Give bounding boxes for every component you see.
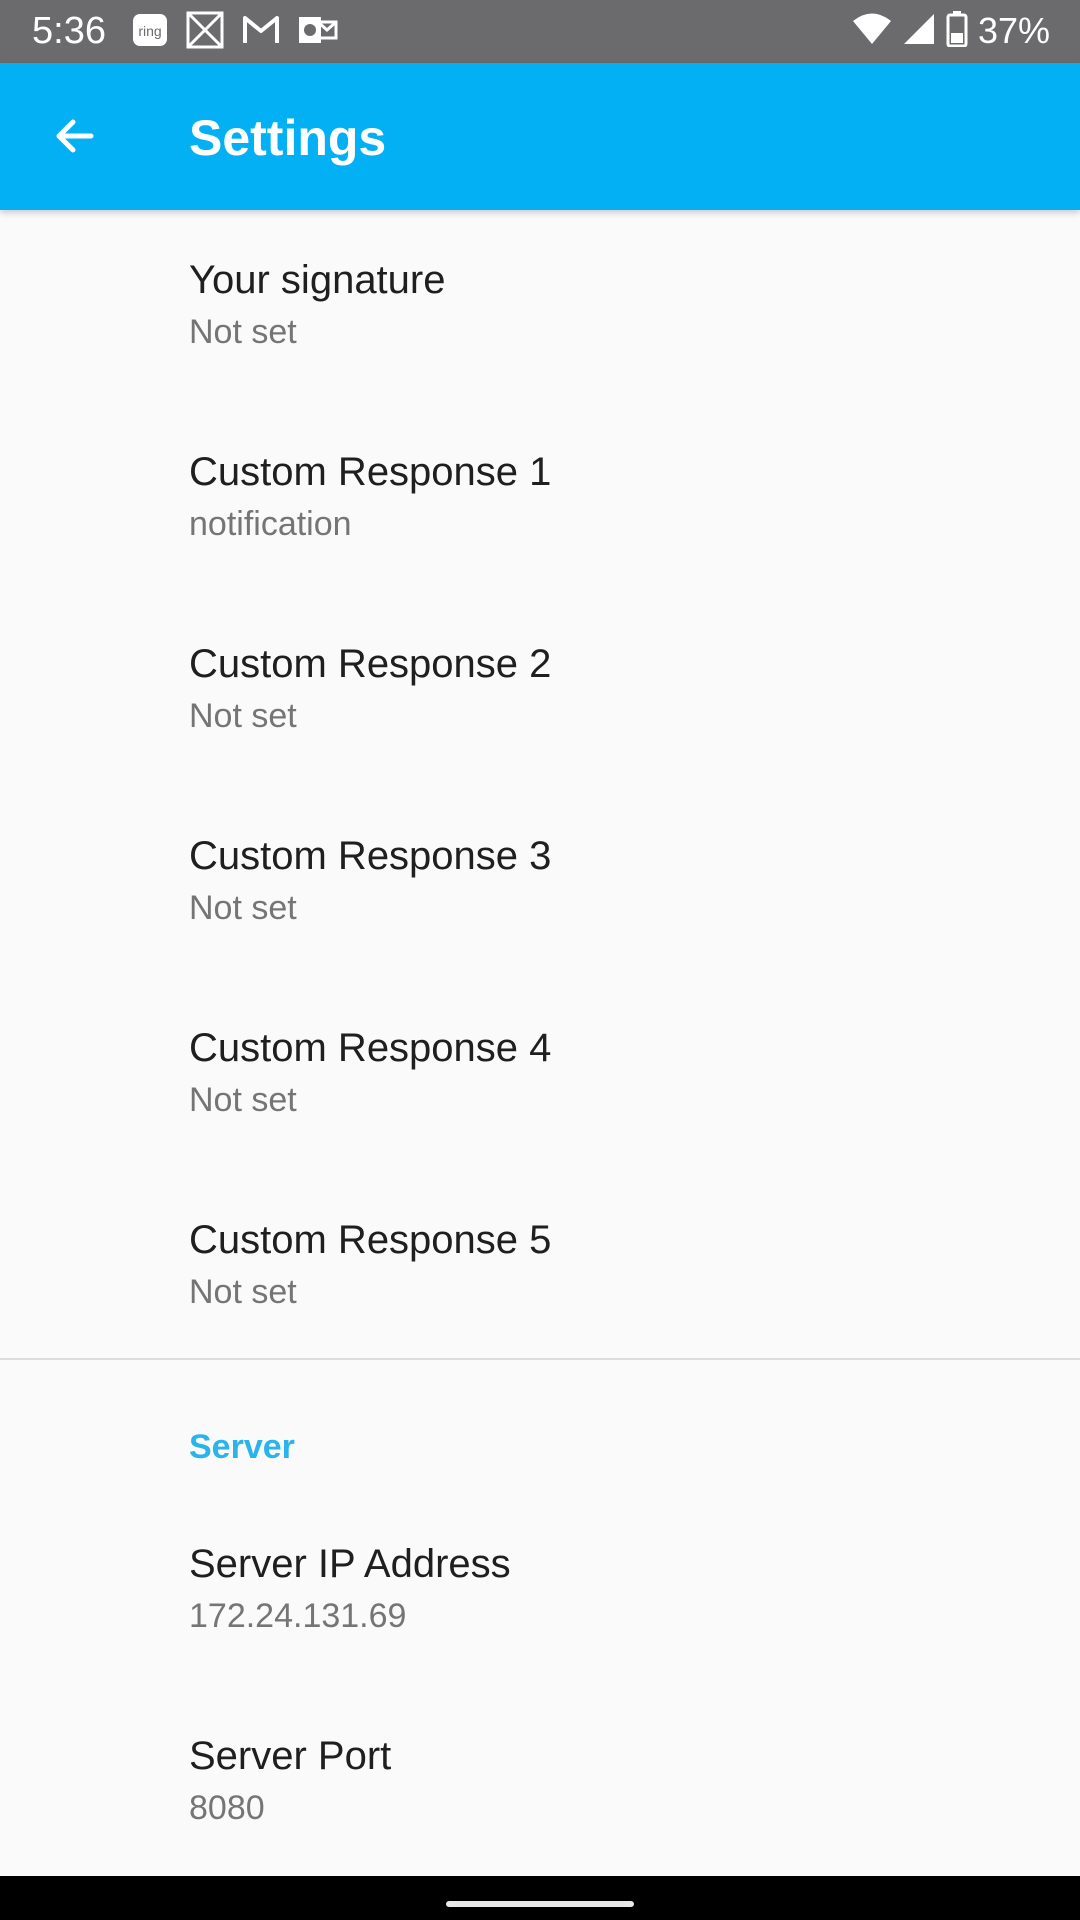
- arrow-back-icon: [56, 119, 94, 153]
- pref-summary: Not set: [189, 1273, 297, 1311]
- pref-title: Server Port: [189, 1734, 392, 1778]
- pref-custom-response-5[interactable]: Custom Response 5 Not set: [0, 1170, 1080, 1362]
- pref-summary: Not set: [189, 889, 297, 927]
- status-time: 5:36: [32, 10, 106, 52]
- image-icon: [186, 11, 224, 54]
- pref-server-ip-address[interactable]: Server IP Address 172.24.131.69: [0, 1500, 1080, 1692]
- battery-percent: 37%: [977, 10, 1050, 51]
- wifi-icon: [852, 12, 892, 51]
- pref-custom-response-4[interactable]: Custom Response 4 Not set: [0, 978, 1080, 1170]
- pref-title: Custom Response 3: [189, 834, 552, 878]
- server-preferences-list: Server IP Address 172.24.131.69 Server P…: [0, 1500, 1080, 1884]
- pref-custom-response-3[interactable]: Custom Response 3 Not set: [0, 786, 1080, 978]
- pref-title: Custom Response 2: [189, 642, 552, 686]
- ring-icon: ring: [132, 13, 168, 52]
- navigation-bar: [0, 1876, 1080, 1920]
- system-icons: 37%: [852, 8, 1050, 54]
- pref-summary: Not set: [189, 697, 297, 735]
- pref-title: Custom Response 5: [189, 1218, 552, 1262]
- cell-signal-icon: [902, 12, 936, 51]
- pref-summary: Not set: [189, 1081, 297, 1119]
- svg-text:ring: ring: [138, 23, 161, 39]
- home-gesture-handle[interactable]: [446, 1901, 634, 1907]
- category-server-title: Server: [189, 1428, 295, 1466]
- preferences-list: Your signature Not set Custom Response 1…: [0, 210, 1080, 1362]
- pref-title: Your signature: [189, 258, 446, 302]
- section-divider: [0, 1358, 1080, 1360]
- pref-server-port[interactable]: Server Port 8080: [0, 1692, 1080, 1884]
- pref-summary: 172.24.131.69: [189, 1597, 407, 1635]
- app-bar: Settings: [0, 63, 1080, 210]
- status-bar: 5:36 ring 37%: [0, 0, 1080, 63]
- pref-title: Server IP Address: [189, 1542, 511, 1586]
- back-button[interactable]: [30, 91, 120, 181]
- pref-title: Custom Response 1: [189, 450, 552, 494]
- pref-summary: 8080: [189, 1789, 265, 1827]
- page-title: Settings: [189, 110, 387, 166]
- outlook-icon: [298, 13, 338, 52]
- pref-title: Custom Response 4: [189, 1026, 552, 1070]
- pref-summary: Not set: [189, 313, 297, 351]
- pref-custom-response-1[interactable]: Custom Response 1 notification: [0, 402, 1080, 594]
- battery-icon: [946, 10, 968, 52]
- notification-icons: ring: [132, 11, 338, 54]
- pref-signature[interactable]: Your signature Not set: [0, 210, 1080, 402]
- pref-summary: notification: [189, 505, 352, 543]
- pref-custom-response-2[interactable]: Custom Response 2 Not set: [0, 594, 1080, 786]
- gmail-icon: [242, 15, 280, 50]
